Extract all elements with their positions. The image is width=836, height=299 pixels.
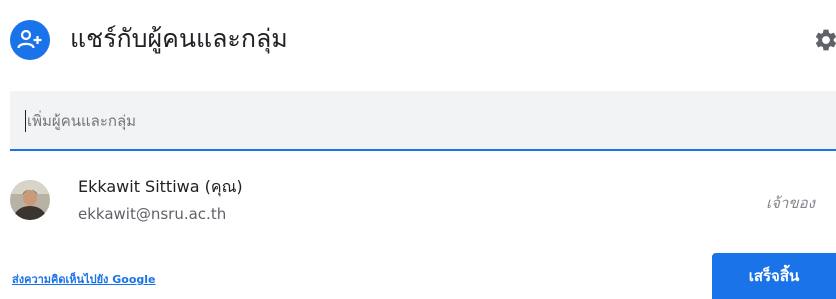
gear-icon[interactable]	[813, 27, 836, 53]
add-people-field[interactable]	[10, 91, 836, 151]
text-cursor	[25, 110, 26, 132]
send-feedback-link[interactable]: ส่งความคิดเห็นไปยัง Google	[12, 272, 156, 288]
add-people-input[interactable]	[27, 109, 727, 133]
owner-name: Ekkawit Sittiwa (คุณ)	[78, 177, 243, 196]
avatar	[10, 180, 50, 220]
dialog-title: แชร์กับผู้คนและกลุ่ม	[70, 24, 288, 53]
owner-email: ekkawit@nsru.ac.th	[78, 205, 227, 223]
share-dialog: แชร์กับผู้คนและกลุ่ม Ekkawit Sittiwa (คุ…	[0, 0, 836, 299]
add-person-icon	[10, 20, 50, 60]
owner-role-label: เจ้าของ	[766, 194, 815, 212]
done-button[interactable]: เสร็จสิ้น	[712, 253, 836, 299]
